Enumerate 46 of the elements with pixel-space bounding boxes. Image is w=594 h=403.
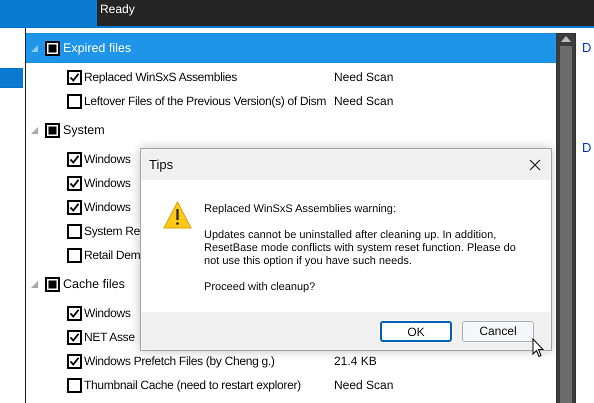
checked-checkbox[interactable] (67, 152, 82, 166)
status-text: Ready (100, 2, 135, 16)
warning-message: Updates cannot be uninstalled after cleaning up. In addition, ResetBase mode conflicts with system reset function. Please do not use this option if you have such needs. (204, 229, 517, 268)
warning-heading: Replaced WinSxS Assemblies warning: (204, 203, 397, 216)
checkbox[interactable] (67, 94, 82, 108)
checked-checkbox[interactable] (67, 70, 82, 84)
link-text[interactable]: D (582, 138, 594, 157)
scrollbar[interactable] (556, 33, 576, 403)
checked-checkbox[interactable] (67, 330, 82, 344)
checked-checkbox[interactable] (67, 306, 82, 320)
scroll-thumb[interactable] (560, 46, 572, 403)
item-label: Windows (84, 200, 131, 214)
dialog-button[interactable]: Cancel (462, 320, 534, 342)
group-label: Cache files (63, 276, 125, 293)
confirm-question: Proceed with cleanup? (204, 281, 316, 294)
item-label: NET Asse (84, 330, 135, 344)
checked-checkbox[interactable] (67, 200, 82, 214)
checked-checkbox[interactable] (67, 176, 82, 190)
size-value: Need Scan (334, 93, 394, 110)
item-label: Leftover Files of the Previous Version(s) of Dism (84, 94, 326, 108)
warning-icon (163, 201, 192, 229)
dialog-title: Tips (149, 156, 174, 174)
size-value: Need Scan (334, 69, 394, 86)
partial-checkbox[interactable] (45, 122, 60, 138)
size-value: Need Scan (334, 377, 394, 394)
partial-checkbox[interactable] (45, 276, 60, 292)
size-value: 21.4 KB (334, 353, 377, 370)
item-label: Replaced WinSxS Assemblies (84, 70, 237, 84)
partial-checkbox[interactable] (45, 40, 60, 56)
checkbox[interactable] (67, 224, 82, 238)
close-icon[interactable] (529, 158, 541, 170)
scroll-up-arrow-icon[interactable] (561, 36, 571, 42)
group-label: System (63, 122, 105, 139)
checked-checkbox[interactable] (67, 354, 82, 368)
item-label: Windows (84, 152, 131, 166)
link-text[interactable]: D (582, 38, 594, 58)
item-label: System Re (84, 224, 140, 238)
dialog-button[interactable]: OK (380, 320, 452, 342)
item-label: Windows Prefetch Files (by Cheng g.) (84, 354, 275, 368)
group-label: Expired files (63, 40, 132, 57)
item-label: Thumbnail Cache (need to restart explorer) (84, 378, 301, 392)
checkbox[interactable] (67, 248, 82, 262)
item-label: Windows (84, 176, 131, 190)
checkbox[interactable] (67, 378, 82, 392)
item-label: Windows (84, 306, 131, 320)
item-label: Retail Dem (84, 248, 140, 262)
